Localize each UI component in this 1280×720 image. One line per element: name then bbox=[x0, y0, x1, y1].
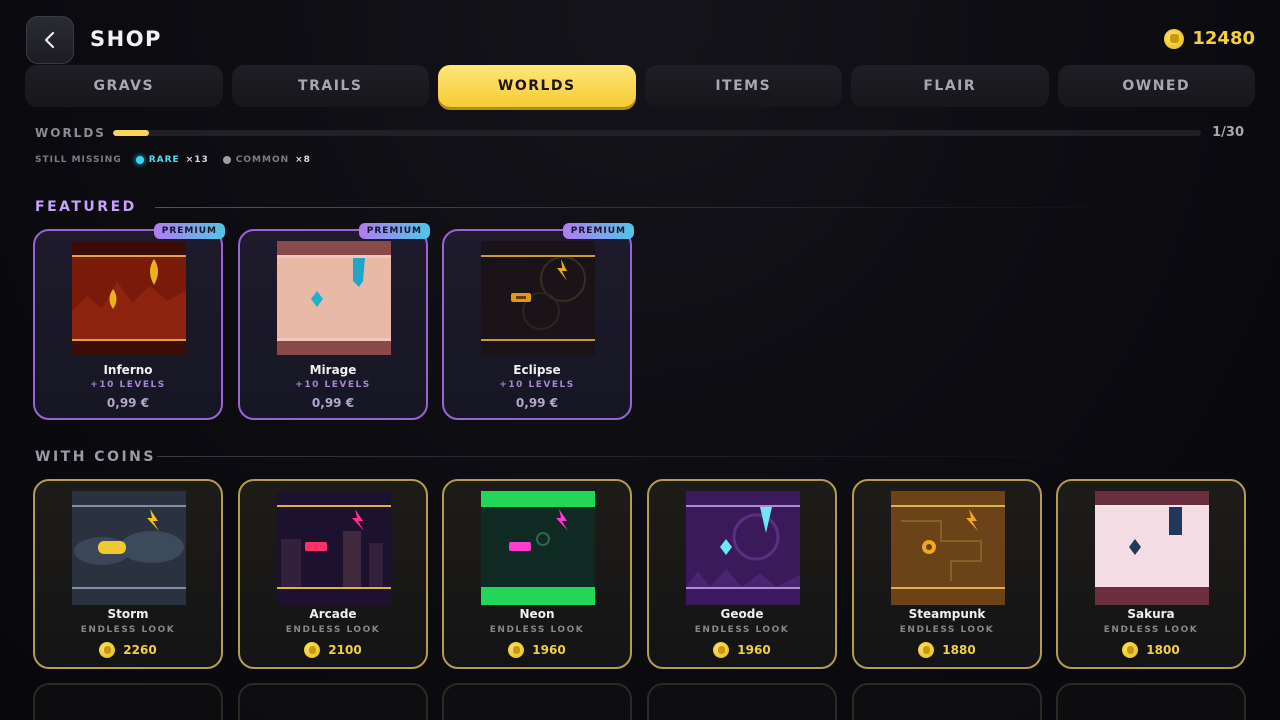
world-subtitle: +10 LEVELS bbox=[90, 380, 166, 390]
world-thumbnail-mirage bbox=[277, 241, 391, 355]
tab-trails[interactable]: TRAILS bbox=[231, 65, 429, 107]
world-subtitle: ENDLESS LOOK bbox=[694, 625, 790, 635]
rare-count: ×13 bbox=[185, 155, 209, 165]
world-price-amount: 1880 bbox=[942, 643, 976, 657]
world-thumbnail-storm bbox=[72, 491, 186, 605]
world-name: Eclipse bbox=[513, 363, 561, 377]
world-name: Storm bbox=[107, 607, 149, 621]
world-thumbnail-arcade bbox=[277, 491, 391, 605]
progress-label: WORLDS bbox=[35, 126, 106, 140]
world-thumbnail-steampunk bbox=[891, 491, 1005, 605]
world-card-geode[interactable]: Geode ENDLESS LOOK 1960 bbox=[647, 479, 837, 669]
world-price: 1960 bbox=[649, 642, 835, 658]
tab-worlds[interactable]: WORLDS bbox=[438, 65, 636, 107]
coin-balance-amount: 12480 bbox=[1192, 28, 1255, 49]
back-button[interactable] bbox=[26, 16, 74, 64]
rare-label: RARE bbox=[148, 155, 180, 165]
coin-icon bbox=[99, 642, 116, 658]
world-price: 2260 bbox=[35, 642, 221, 658]
still-missing-row: STILL MISSING RARE ×13 COMMON ×8 bbox=[35, 155, 311, 165]
premium-badge: PREMIUM bbox=[562, 223, 634, 239]
tab-gravs[interactable]: GRAVS bbox=[25, 65, 223, 107]
world-subtitle: ENDLESS LOOK bbox=[285, 625, 381, 635]
world-card-eclipse[interactable]: PREMIUM Eclipse +10 LEVELS 0,99 € bbox=[442, 223, 634, 420]
world-thumbnail-neon bbox=[481, 491, 595, 605]
featured-divider bbox=[155, 207, 1140, 208]
world-card-storm[interactable]: Storm ENDLESS LOOK 2260 bbox=[33, 479, 223, 669]
coin-balance: 12480 bbox=[1164, 28, 1255, 49]
tab-owned[interactable]: OWNED bbox=[1057, 65, 1255, 107]
world-card-partial[interactable] bbox=[1056, 683, 1246, 720]
common-count: ×8 bbox=[295, 155, 311, 165]
world-card-partial[interactable] bbox=[33, 683, 223, 720]
world-thumbnail-inferno bbox=[72, 241, 186, 355]
premium-badge: PREMIUM bbox=[358, 223, 430, 239]
progress-fill bbox=[113, 130, 149, 136]
world-price-amount: 1800 bbox=[1146, 643, 1180, 657]
world-price-amount: 1960 bbox=[737, 643, 771, 657]
featured-heading: FEATURED bbox=[35, 199, 137, 215]
category-tabs: GRAVS TRAILS WORLDS ITEMS FLAIR OWNED bbox=[25, 65, 1255, 107]
world-name: Neon bbox=[519, 607, 555, 621]
world-price: 0,99 € bbox=[106, 396, 150, 410]
world-card-sakura[interactable]: Sakura ENDLESS LOOK 1800 bbox=[1056, 479, 1246, 669]
world-card-steampunk[interactable]: Steampunk ENDLESS LOOK 1880 bbox=[852, 479, 1042, 669]
world-subtitle: +10 LEVELS bbox=[499, 380, 575, 390]
world-card-mirage[interactable]: PREMIUM Mirage +10 LEVELS 0,99 € bbox=[238, 223, 430, 420]
world-card-neon[interactable]: Neon ENDLESS LOOK 1960 bbox=[442, 479, 632, 669]
world-subtitle: ENDLESS LOOK bbox=[80, 625, 176, 635]
common-label: COMMON bbox=[235, 155, 290, 165]
world-price: 0,99 € bbox=[515, 396, 559, 410]
world-card-inferno[interactable]: PREMIUM Inferno +10 LEVELS 0,99 € bbox=[33, 223, 225, 420]
world-card-partial[interactable] bbox=[852, 683, 1042, 720]
world-card-partial[interactable] bbox=[238, 683, 428, 720]
world-name: Inferno bbox=[103, 363, 153, 377]
world-price: 2100 bbox=[240, 642, 426, 658]
world-price: 1800 bbox=[1058, 642, 1244, 658]
world-subtitle: +10 LEVELS bbox=[295, 380, 371, 390]
collection-progress-bar bbox=[113, 130, 1201, 136]
coin-icon bbox=[713, 642, 730, 658]
coin-icon bbox=[918, 642, 935, 658]
with-coins-divider bbox=[157, 456, 1107, 457]
page-title: SHOP bbox=[90, 27, 162, 51]
world-subtitle: ENDLESS LOOK bbox=[899, 625, 995, 635]
world-name: Steampunk bbox=[908, 607, 986, 621]
still-missing-label: STILL MISSING bbox=[35, 155, 122, 165]
world-price-amount: 2260 bbox=[123, 643, 157, 657]
tab-items[interactable]: ITEMS bbox=[644, 65, 842, 107]
world-price-amount: 1960 bbox=[532, 643, 566, 657]
coin-icon bbox=[1122, 642, 1139, 658]
world-thumbnail-geode bbox=[686, 491, 800, 605]
coin-icon bbox=[1164, 28, 1185, 49]
rare-dot-icon bbox=[135, 156, 144, 164]
progress-count: 1/30 bbox=[1212, 125, 1244, 140]
world-name: Mirage bbox=[309, 363, 357, 377]
world-name: Sakura bbox=[1127, 607, 1175, 621]
world-card-partial[interactable] bbox=[647, 683, 837, 720]
coin-icon bbox=[508, 642, 525, 658]
world-thumbnail-sakura bbox=[1095, 491, 1209, 605]
world-subtitle: ENDLESS LOOK bbox=[1103, 625, 1199, 635]
world-card-arcade[interactable]: Arcade ENDLESS LOOK 2100 bbox=[238, 479, 428, 669]
world-price: 1880 bbox=[854, 642, 1040, 658]
coin-icon bbox=[304, 642, 321, 658]
world-name: Geode bbox=[720, 607, 764, 621]
world-card-partial[interactable] bbox=[442, 683, 632, 720]
world-name: Arcade bbox=[309, 607, 357, 621]
world-price: 0,99 € bbox=[311, 396, 355, 410]
world-price-amount: 2100 bbox=[328, 643, 362, 657]
world-price: 1960 bbox=[444, 642, 630, 658]
common-dot-icon bbox=[222, 156, 231, 164]
with-coins-heading: WITH COINS bbox=[35, 449, 156, 465]
world-subtitle: ENDLESS LOOK bbox=[489, 625, 585, 635]
world-thumbnail-eclipse bbox=[481, 241, 595, 355]
tab-flair[interactable]: FLAIR bbox=[851, 65, 1049, 107]
chevron-left-icon bbox=[44, 31, 55, 49]
premium-badge: PREMIUM bbox=[153, 223, 225, 239]
